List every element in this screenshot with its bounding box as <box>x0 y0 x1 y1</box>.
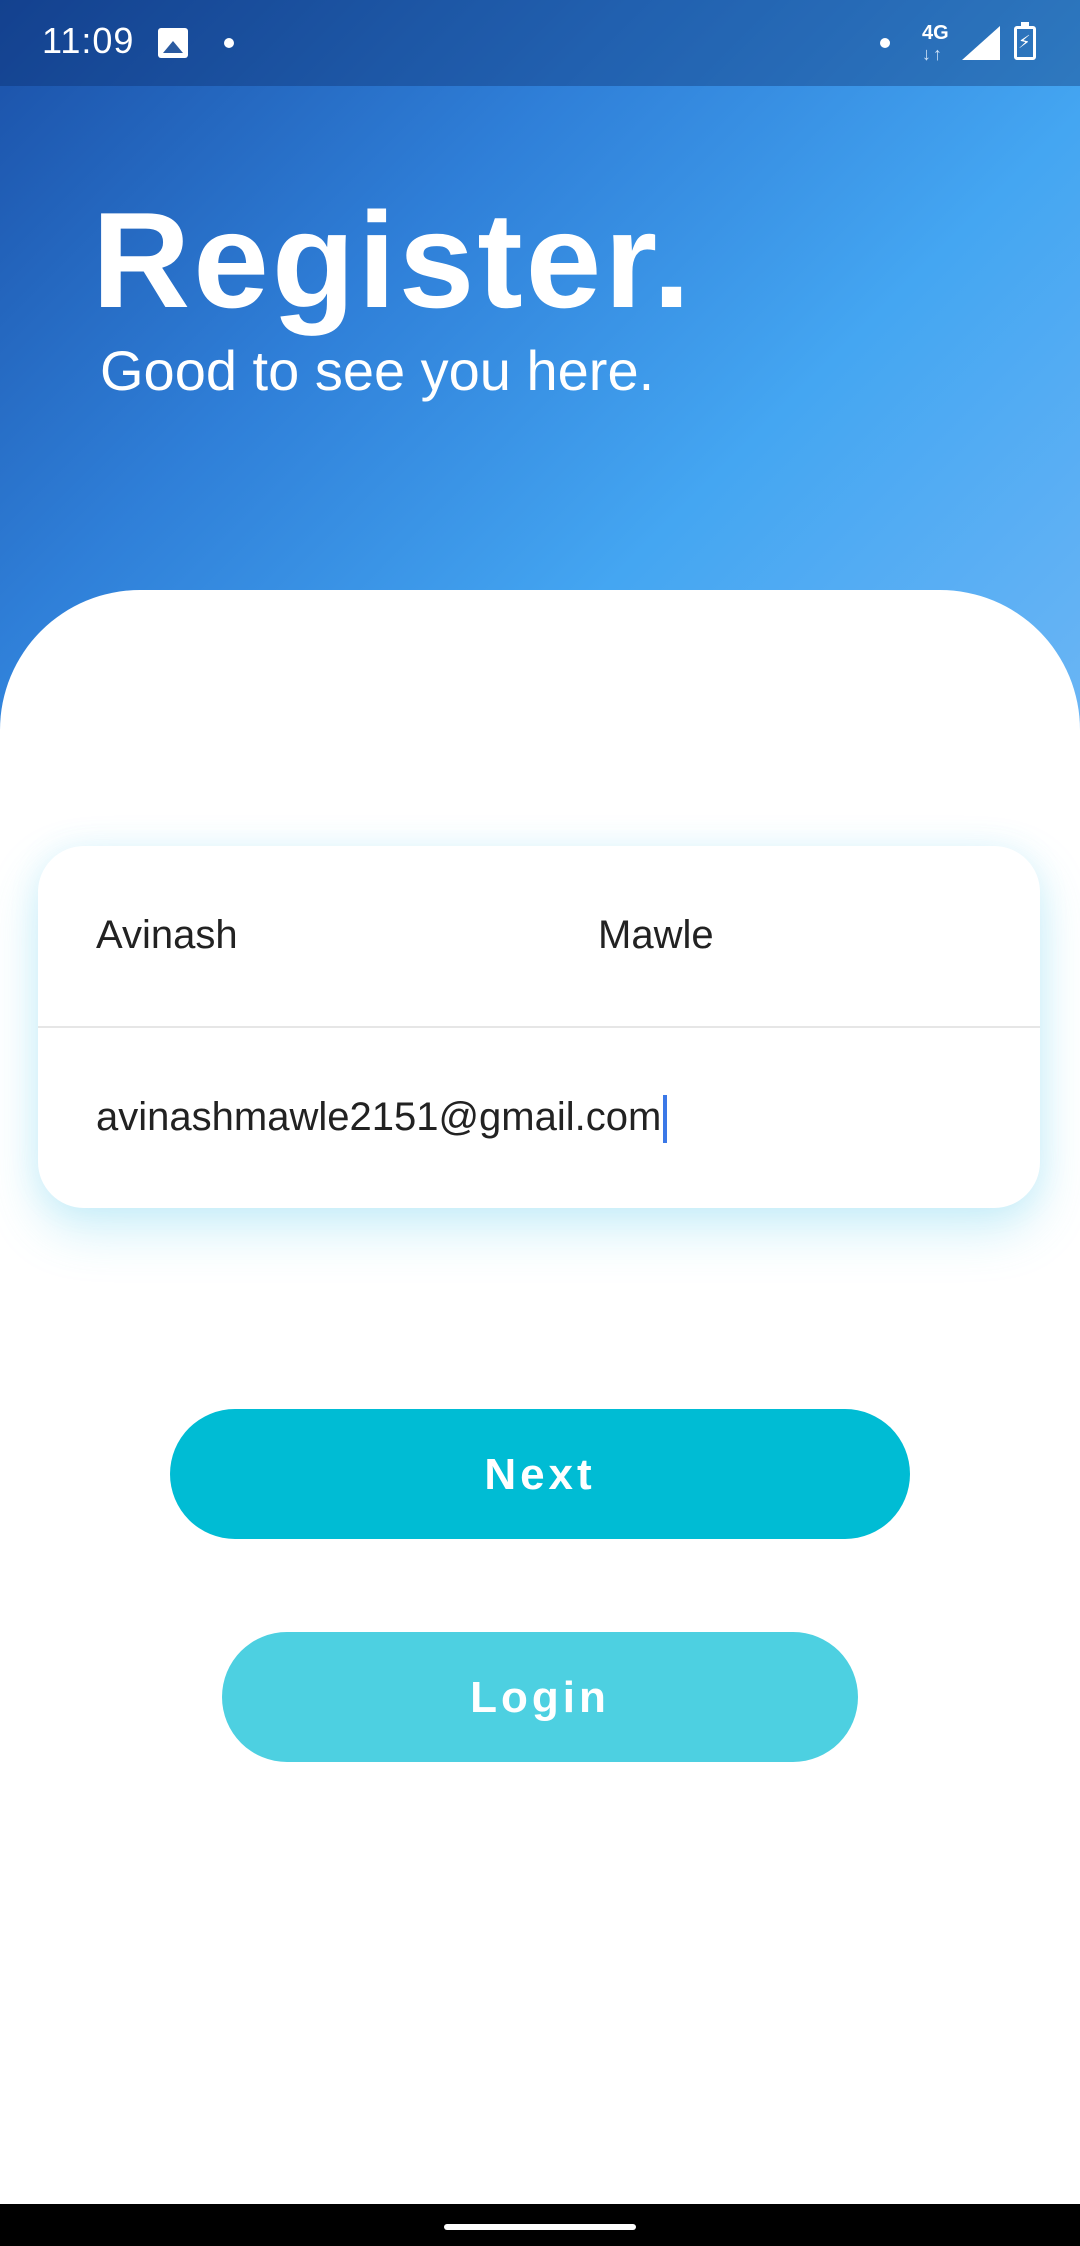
page-title: Register. <box>92 184 694 336</box>
data-activity-icon: ↓↑ <box>922 44 944 64</box>
status-dot-icon <box>880 38 890 48</box>
next-button[interactable]: Next <box>170 1409 910 1539</box>
text-cursor <box>663 1095 668 1144</box>
content-sheet <box>0 590 1080 2200</box>
network-type-label: 4G <box>922 22 949 44</box>
gallery-notification-icon <box>158 28 188 58</box>
navigation-bar <box>0 2204 1080 2246</box>
first-name-field[interactable]: Avinash <box>96 910 238 960</box>
login-button[interactable]: Login <box>222 1632 858 1762</box>
page-subtitle: Good to see you here. <box>100 339 655 402</box>
home-gesture-handle[interactable] <box>444 2224 636 2230</box>
status-time: 11:09 <box>42 20 135 61</box>
battery-charging-icon <box>1014 22 1036 60</box>
email-field[interactable]: avinashmawle2151@gmail.com <box>96 1095 661 1139</box>
cell-signal-icon <box>962 26 1000 60</box>
registration-form-card: Avinash Mawle avinashmawle2151@gmail.com <box>38 846 1040 1208</box>
register-screen: 11:09 4G ↓↑ Register. Good to see you he… <box>0 0 1080 2246</box>
notification-dot-icon <box>224 38 234 48</box>
email-field-container[interactable]: avinashmawle2151@gmail.com <box>96 1092 668 1144</box>
status-bar: 11:09 4G ↓↑ <box>0 0 1080 86</box>
last-name-field[interactable]: Mawle <box>598 910 714 960</box>
name-row: Avinash Mawle <box>38 846 1040 1028</box>
